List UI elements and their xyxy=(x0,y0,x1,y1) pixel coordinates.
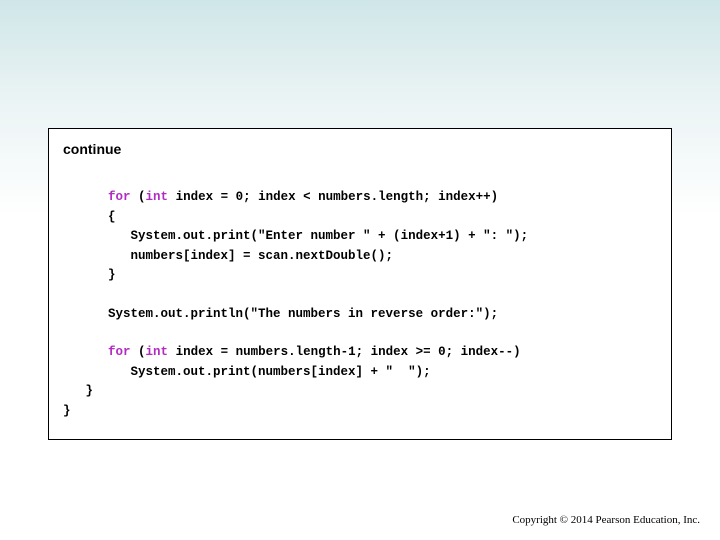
keyword-int: int xyxy=(146,345,169,359)
copyright-text: Copyright © 2014 Pearson Education, Inc. xyxy=(512,514,700,526)
keyword-for: for xyxy=(108,345,131,359)
code-text: ( xyxy=(131,345,146,359)
code-text: System.out.print("Enter number " + (inde… xyxy=(108,229,528,243)
code-text: System.out.print(numbers[index] + " "); xyxy=(108,365,431,379)
code-text: { xyxy=(108,210,116,224)
code-text: } xyxy=(63,384,93,398)
keyword-int: int xyxy=(146,190,169,204)
code-text: ( xyxy=(131,190,146,204)
keyword-for: for xyxy=(108,190,131,204)
code-text: index = numbers.length-1; index >= 0; in… xyxy=(168,345,521,359)
continue-label: continue xyxy=(63,141,657,157)
code-box: continue for (int index = 0; index < num… xyxy=(48,128,672,440)
code-block: for (int index = 0; index < numbers.leng… xyxy=(63,169,657,421)
code-text: } xyxy=(108,268,116,282)
slide: continue for (int index = 0; index < num… xyxy=(0,0,720,540)
code-text: numbers[index] = scan.nextDouble(); xyxy=(108,249,393,263)
code-text: } xyxy=(63,404,71,418)
code-text: index = 0; index < numbers.length; index… xyxy=(168,190,498,204)
code-text: System.out.println("The numbers in rever… xyxy=(108,307,498,321)
